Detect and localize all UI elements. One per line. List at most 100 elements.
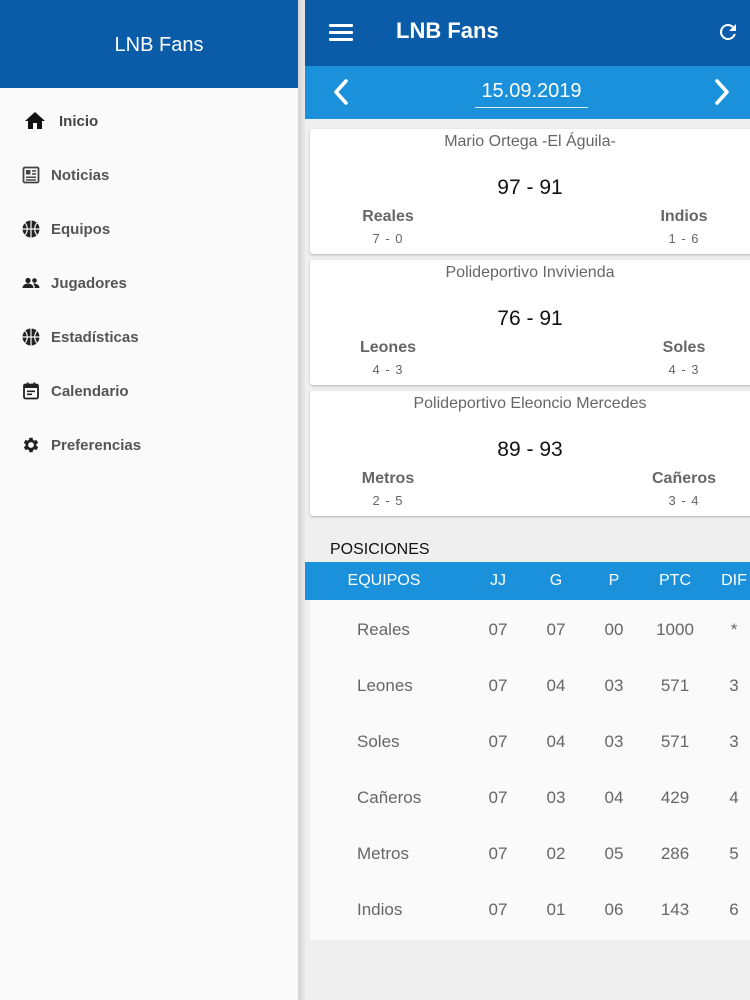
away-team-record: 4 - 3 bbox=[668, 362, 700, 377]
chevron-right-icon[interactable] bbox=[712, 78, 732, 106]
game-score: 97 - 91 bbox=[497, 176, 563, 199]
p-cell: 03 bbox=[604, 732, 624, 751]
game-venue: Mario Ortega -El Águila- bbox=[444, 133, 616, 150]
menu-item-calendario[interactable]: Calendario bbox=[0, 364, 298, 418]
table-row[interactable]: Soles 07 04 03 571 3 bbox=[310, 714, 750, 770]
menu-item-label: Jugadores bbox=[51, 274, 127, 292]
app-title: LNB Fans bbox=[396, 18, 499, 43]
calendar-icon bbox=[20, 380, 42, 402]
people-icon bbox=[20, 272, 42, 294]
navigation-drawer: LNB Fans Inicio Noticias Equipos Jugador… bbox=[0, 0, 298, 1000]
ptc-cell: 143 bbox=[660, 900, 690, 919]
table-row[interactable]: Cañeros 07 03 04 429 4 bbox=[310, 770, 750, 826]
menu-item-jugadores[interactable]: Jugadores bbox=[0, 256, 298, 310]
game-venue: Polideportivo Eleoncio Mercedes bbox=[413, 395, 647, 412]
g-cell: 07 bbox=[546, 620, 566, 639]
column-header-dif: DIF bbox=[721, 572, 747, 589]
column-header-p: P bbox=[608, 572, 620, 589]
standings-title: POSICIONES bbox=[330, 541, 430, 558]
menu-item-preferencias[interactable]: Preferencias bbox=[0, 418, 298, 472]
ptc-cell: 1000 bbox=[656, 620, 694, 639]
team-cell: Reales bbox=[357, 620, 410, 639]
jj-cell: 07 bbox=[488, 900, 508, 919]
dif-cell: * bbox=[730, 620, 738, 639]
column-header-jj: JJ bbox=[490, 572, 506, 589]
menu-item-estadisticas[interactable]: Estadísticas bbox=[0, 310, 298, 364]
dif-cell: 4 bbox=[729, 788, 739, 807]
menu-item-label: Calendario bbox=[51, 382, 129, 400]
menu-item-label: Noticias bbox=[51, 166, 110, 184]
p-cell: 05 bbox=[604, 844, 624, 863]
jj-cell: 07 bbox=[488, 676, 508, 695]
ptc-cell: 571 bbox=[660, 676, 690, 695]
dif-cell: 3 bbox=[729, 676, 739, 695]
g-cell: 02 bbox=[546, 844, 566, 863]
home-team-record: 4 - 3 bbox=[372, 362, 404, 377]
game-card[interactable]: Polideportivo Invivienda 76 - 91 Leones … bbox=[310, 260, 750, 385]
team-cell: Indios bbox=[357, 900, 403, 919]
away-team-name: Cañeros bbox=[651, 470, 717, 487]
game-score: 89 - 93 bbox=[497, 438, 563, 461]
menu-item-equipos[interactable]: Equipos bbox=[0, 202, 298, 256]
home-team-name: Leones bbox=[359, 339, 416, 356]
p-cell: 00 bbox=[604, 620, 624, 639]
gear-icon bbox=[20, 434, 42, 456]
table-row[interactable]: Indios 07 01 06 143 6 bbox=[310, 882, 750, 938]
refresh-icon[interactable] bbox=[716, 20, 740, 44]
jj-cell: 07 bbox=[488, 732, 508, 751]
game-venue: Polideportivo Invivienda bbox=[445, 264, 615, 281]
home-team-record: 7 - 0 bbox=[372, 231, 404, 246]
drawer-title: LNB Fans bbox=[114, 33, 204, 56]
ptc-cell: 286 bbox=[660, 844, 690, 863]
away-team-name: Indios bbox=[660, 208, 708, 225]
game-score: 76 - 91 bbox=[497, 307, 563, 330]
team-cell: Metros bbox=[357, 844, 409, 863]
chevron-left-icon[interactable] bbox=[331, 78, 351, 106]
table-row[interactable]: Metros 07 02 05 286 5 bbox=[310, 826, 750, 882]
home-team-name: Metros bbox=[361, 470, 415, 487]
menu-item-label: Inicio bbox=[59, 112, 99, 130]
p-cell: 06 bbox=[604, 900, 624, 919]
g-cell: 03 bbox=[546, 788, 566, 807]
dif-cell: 6 bbox=[729, 900, 739, 919]
g-cell: 01 bbox=[546, 900, 566, 919]
g-cell: 04 bbox=[546, 676, 566, 695]
menu-item-label: Preferencias bbox=[51, 436, 142, 454]
jj-cell: 07 bbox=[488, 620, 508, 639]
basketball-icon bbox=[20, 218, 42, 240]
column-header-g: G bbox=[549, 572, 563, 589]
menu-item-inicio[interactable]: Inicio bbox=[0, 94, 298, 148]
home-team-name: Reales bbox=[362, 208, 414, 225]
team-cell: Soles bbox=[357, 732, 400, 751]
home-team-record: 2 - 5 bbox=[372, 493, 404, 508]
jj-cell: 07 bbox=[488, 844, 508, 863]
jj-cell: 07 bbox=[488, 788, 508, 807]
dif-cell: 5 bbox=[729, 844, 739, 863]
newspaper-icon bbox=[20, 164, 42, 186]
hamburger-menu-icon[interactable] bbox=[329, 22, 353, 42]
date-navigator: 15.09.2019 bbox=[305, 66, 750, 119]
table-row[interactable]: Leones 07 04 03 571 3 bbox=[310, 658, 750, 714]
main-screen: LNB Fans 15.09.2019 Mario Ortega -El Águ… bbox=[305, 0, 750, 1000]
app-bar: LNB Fans bbox=[305, 0, 750, 66]
game-card[interactable]: Mario Ortega -El Águila- 97 - 91 Reales … bbox=[310, 129, 750, 254]
home-icon bbox=[23, 109, 47, 133]
menu-item-noticias[interactable]: Noticias bbox=[0, 148, 298, 202]
table-row[interactable]: Reales 07 07 00 1000 * bbox=[310, 602, 750, 658]
drawer-header: LNB Fans bbox=[0, 0, 298, 88]
date-selector[interactable]: 15.09.2019 bbox=[475, 80, 588, 108]
game-card[interactable]: Polideportivo Eleoncio Mercedes 89 - 93 … bbox=[310, 391, 750, 516]
away-team-record: 1 - 6 bbox=[668, 231, 700, 246]
column-header-ptc: PTC bbox=[659, 572, 691, 589]
away-team-name: Soles bbox=[662, 339, 706, 356]
team-cell: Leones bbox=[357, 676, 413, 695]
dif-cell: 3 bbox=[729, 732, 739, 751]
drawer-shadow bbox=[298, 0, 305, 1000]
menu-item-label: Equipos bbox=[51, 220, 111, 238]
p-cell: 03 bbox=[604, 676, 624, 695]
column-header-equipos: EQUIPOS bbox=[347, 572, 421, 589]
basketball-icon bbox=[20, 326, 42, 348]
team-cell: Cañeros bbox=[357, 788, 422, 807]
ptc-cell: 571 bbox=[660, 732, 690, 751]
away-team-record: 3 - 4 bbox=[668, 493, 700, 508]
